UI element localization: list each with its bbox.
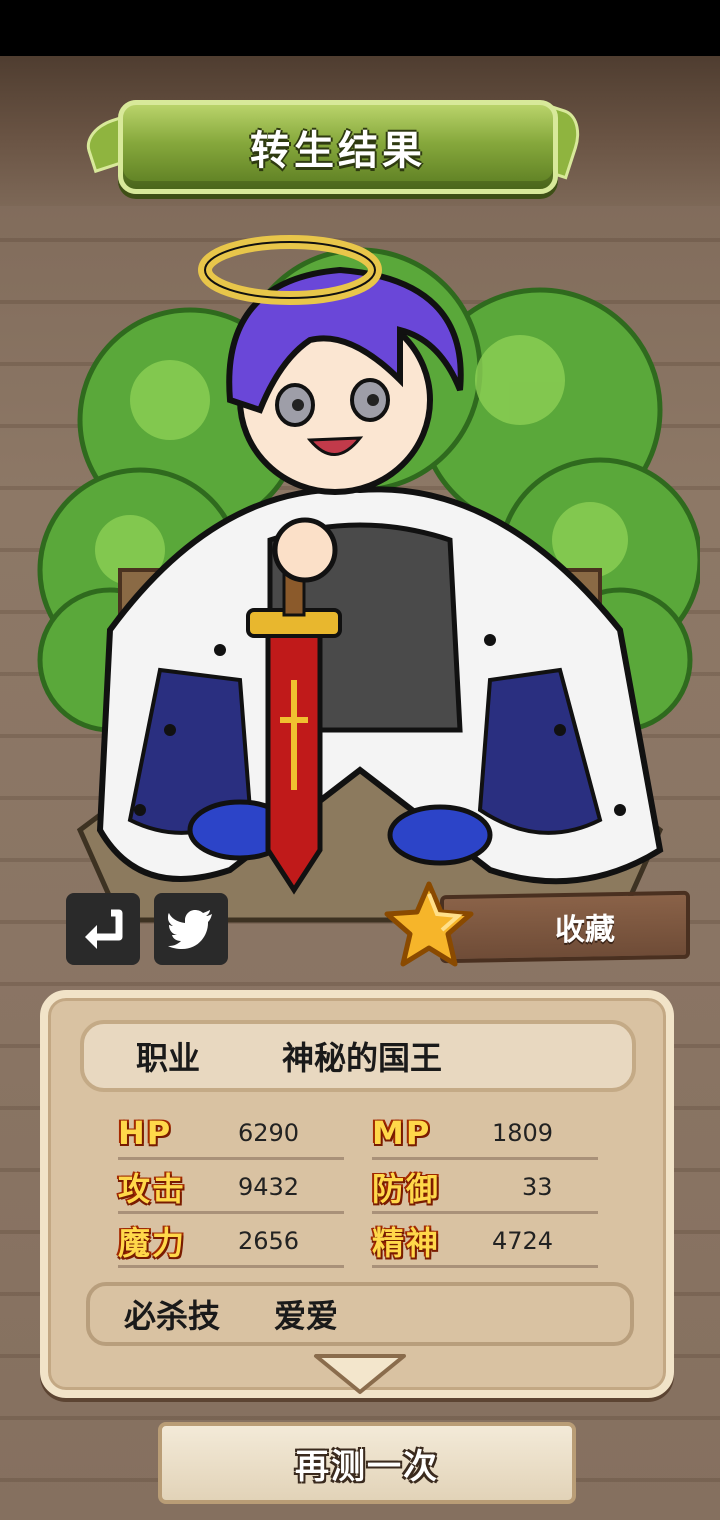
stat-label: 精神	[372, 1223, 441, 1262]
class-value: 神秘的国王	[282, 1039, 443, 1077]
stat-value: 6290	[238, 1118, 300, 1147]
stat-label: MP	[372, 1113, 432, 1152]
stat-spirit: 精神 4724	[372, 1216, 598, 1268]
stat-hp: HP 6290	[118, 1108, 344, 1160]
stat-label: 魔力	[118, 1223, 187, 1262]
skill-label: 必杀技	[124, 1297, 221, 1335]
skill-value: 爱爱	[274, 1297, 339, 1335]
stat-label: 防御	[372, 1169, 441, 1208]
status-bar	[0, 0, 720, 56]
return-arrow-icon	[85, 909, 123, 949]
special-skill-row: 必杀技 爱爱	[86, 1282, 634, 1346]
stat-value: 9432	[238, 1172, 300, 1201]
retry-label: 再测一次	[295, 1446, 439, 1487]
stat-attack: 攻击 9432	[118, 1162, 344, 1214]
star-icon	[384, 881, 474, 967]
stat-label: 攻击	[118, 1169, 187, 1208]
stat-label: HP	[118, 1113, 173, 1152]
twitter-bird-icon	[168, 910, 212, 949]
stat-mp: MP 1809	[372, 1108, 598, 1160]
chevron-down-icon[interactable]	[312, 1352, 408, 1396]
stat-defense: 防御 33	[372, 1162, 598, 1214]
stat-value: 4724	[492, 1226, 554, 1255]
favorite-button[interactable]: 收藏	[440, 890, 690, 964]
stat-value: 33	[522, 1172, 553, 1201]
stat-value: 2656	[238, 1226, 300, 1255]
favorite-label: 收藏	[555, 912, 615, 949]
retry-button[interactable]: 再测一次	[158, 1422, 576, 1504]
stat-value: 1809	[492, 1118, 554, 1147]
back-button[interactable]	[66, 893, 140, 965]
title-banner: 转生结果	[118, 100, 558, 194]
page-title: 转生结果	[250, 128, 426, 174]
class-label: 职业	[136, 1039, 201, 1077]
class-row: 职业 神秘的国王	[80, 1020, 636, 1092]
twitter-share-button[interactable]	[154, 893, 228, 965]
stat-magic: 魔力 2656	[118, 1216, 344, 1268]
character-illustration	[37, 235, 700, 923]
